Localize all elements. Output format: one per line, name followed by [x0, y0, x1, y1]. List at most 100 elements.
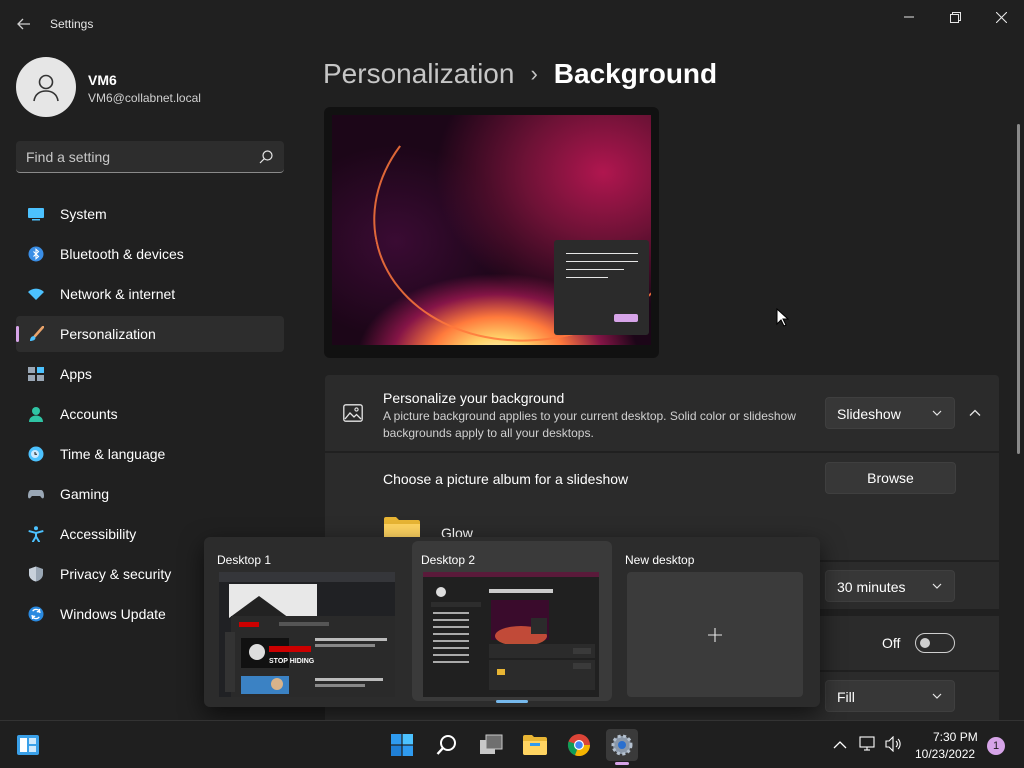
toggle-state-label: Off: [882, 635, 901, 651]
personalize-background-card: Personalize your background A picture ba…: [325, 375, 999, 451]
breadcrumb-separator: ›: [530, 61, 538, 86]
arrow-left-icon: [17, 18, 30, 30]
browser-window-thumbnail: STOP HIDING: [219, 572, 395, 697]
running-indicator: [615, 762, 629, 765]
search-box[interactable]: [16, 141, 284, 173]
desktop-label: Desktop 2: [421, 553, 476, 567]
preview-line: [566, 277, 608, 278]
preview-line: [566, 253, 638, 254]
sidebar-item-personalization[interactable]: Personalization: [16, 316, 284, 352]
network-status-icon[interactable]: [859, 736, 877, 752]
sidebar-item-apps[interactable]: Apps: [16, 356, 284, 392]
chevron-down-icon: [932, 410, 942, 416]
desktop-2[interactable]: Desktop 2: [412, 541, 612, 703]
title-bar: Settings: [0, 0, 1024, 48]
browse-button[interactable]: Browse: [825, 462, 956, 494]
search-icon[interactable]: [258, 149, 274, 165]
sidebar-item-time-language[interactable]: Time & language: [16, 436, 284, 472]
settings-window-thumbnail: [423, 572, 599, 697]
plus-icon: [708, 627, 722, 642]
sidebar-item-network[interactable]: Network & internet: [16, 276, 284, 312]
current-desktop-indicator: [496, 700, 528, 703]
volume-icon[interactable]: [885, 736, 903, 752]
start-button[interactable]: [386, 729, 418, 761]
gear-icon: [611, 734, 633, 756]
desktop-label: Desktop 1: [217, 553, 272, 567]
user-name: VM6: [88, 72, 117, 88]
preview-line: [566, 261, 638, 262]
chevron-up-icon[interactable]: [833, 738, 847, 752]
desktop-thumbnail[interactable]: STOP HIDING: [219, 572, 395, 697]
new-desktop-button[interactable]: [627, 572, 803, 697]
gaming-icon: [28, 490, 44, 499]
sidebar-item-label: Gaming: [60, 486, 110, 502]
sidebar-item-label: Network & internet: [60, 286, 176, 302]
chrome-icon: [567, 734, 591, 757]
taskbar: 7:30 PM 10/23/2022 1: [0, 720, 1024, 768]
sidebar-item-label: Privacy & security: [60, 566, 172, 582]
wallpaper-image: [332, 115, 651, 345]
sidebar-item-label: Accounts: [60, 406, 118, 422]
app-title: Settings: [50, 17, 94, 31]
toggle-knob: [920, 638, 930, 648]
shuffle-toggle[interactable]: [915, 633, 955, 653]
back-button[interactable]: [12, 10, 36, 38]
file-explorer-button[interactable]: [519, 729, 551, 761]
card-description: A picture background applies to your cur…: [383, 409, 796, 440]
album-label: Choose a picture album for a slideshow: [383, 471, 629, 487]
search-input[interactable]: [26, 141, 246, 172]
picture-icon: [343, 404, 363, 422]
settings-taskbar-button[interactable]: [606, 729, 638, 765]
preview-button: [614, 314, 638, 322]
desktop-1[interactable]: Desktop 1 STOP HIDING: [208, 541, 408, 701]
desktop-thumbnail[interactable]: [423, 572, 599, 697]
search-taskbar-button[interactable]: [431, 729, 463, 761]
task-view-icon: [480, 734, 503, 754]
task-view-button[interactable]: [475, 729, 507, 761]
close-button[interactable]: [978, 6, 1024, 28]
clock-date[interactable]: 10/23/2022: [915, 747, 975, 761]
close-icon: [995, 11, 1007, 23]
sidebar-item-system[interactable]: System: [16, 196, 284, 232]
restore-icon: [949, 11, 961, 23]
chevron-down-icon: [932, 693, 942, 699]
sidebar-item-label: Bluetooth & devices: [60, 246, 184, 262]
breadcrumb-parent[interactable]: Personalization: [323, 58, 514, 90]
widgets-icon: [17, 735, 39, 755]
widgets-button[interactable]: [12, 729, 44, 761]
fit-dropdown[interactable]: Fill: [825, 680, 955, 712]
apps-icon: [28, 367, 44, 381]
background-type-dropdown[interactable]: Slideshow: [825, 397, 955, 429]
sidebar-item-label: Accessibility: [60, 526, 137, 542]
windows-logo-icon: [391, 734, 413, 756]
notification-badge[interactable]: 1: [987, 737, 1005, 755]
sidebar-item-label: Time & language: [60, 446, 166, 462]
system-icon: [28, 208, 44, 221]
sidebar-item-gaming[interactable]: Gaming: [16, 476, 284, 512]
sidebar-item-bluetooth[interactable]: Bluetooth & devices: [16, 236, 284, 272]
minimize-button[interactable]: [886, 6, 932, 28]
folder-icon: [523, 735, 547, 755]
shield-icon: [29, 566, 43, 582]
chevron-up-icon[interactable]: [965, 403, 985, 423]
sidebar-item-label: Apps: [60, 366, 92, 382]
preview-window: [554, 240, 649, 335]
desktop-label: New desktop: [625, 553, 695, 567]
scrollbar[interactable]: [1017, 124, 1020, 454]
page-title: Background: [553, 58, 718, 89]
avatar[interactable]: [16, 57, 76, 117]
restore-button[interactable]: [932, 6, 978, 28]
sidebar-item-label: Windows Update: [60, 606, 166, 622]
interval-dropdown[interactable]: 30 minutes: [825, 570, 955, 602]
breadcrumb: Personalization › Background: [323, 58, 717, 90]
mouse-cursor-icon: [776, 308, 790, 327]
dropdown-value: Fill: [837, 689, 855, 705]
new-desktop[interactable]: New desktop: [616, 541, 816, 701]
dropdown-value: 30 minutes: [837, 579, 906, 595]
chrome-button[interactable]: [563, 729, 595, 761]
clock-time[interactable]: 7:30 PM: [933, 730, 978, 744]
sidebar-item-accounts[interactable]: Accounts: [16, 396, 284, 432]
windows-update-icon: [28, 606, 44, 622]
network-icon: [28, 288, 44, 300]
paintbrush-icon: [30, 326, 44, 341]
